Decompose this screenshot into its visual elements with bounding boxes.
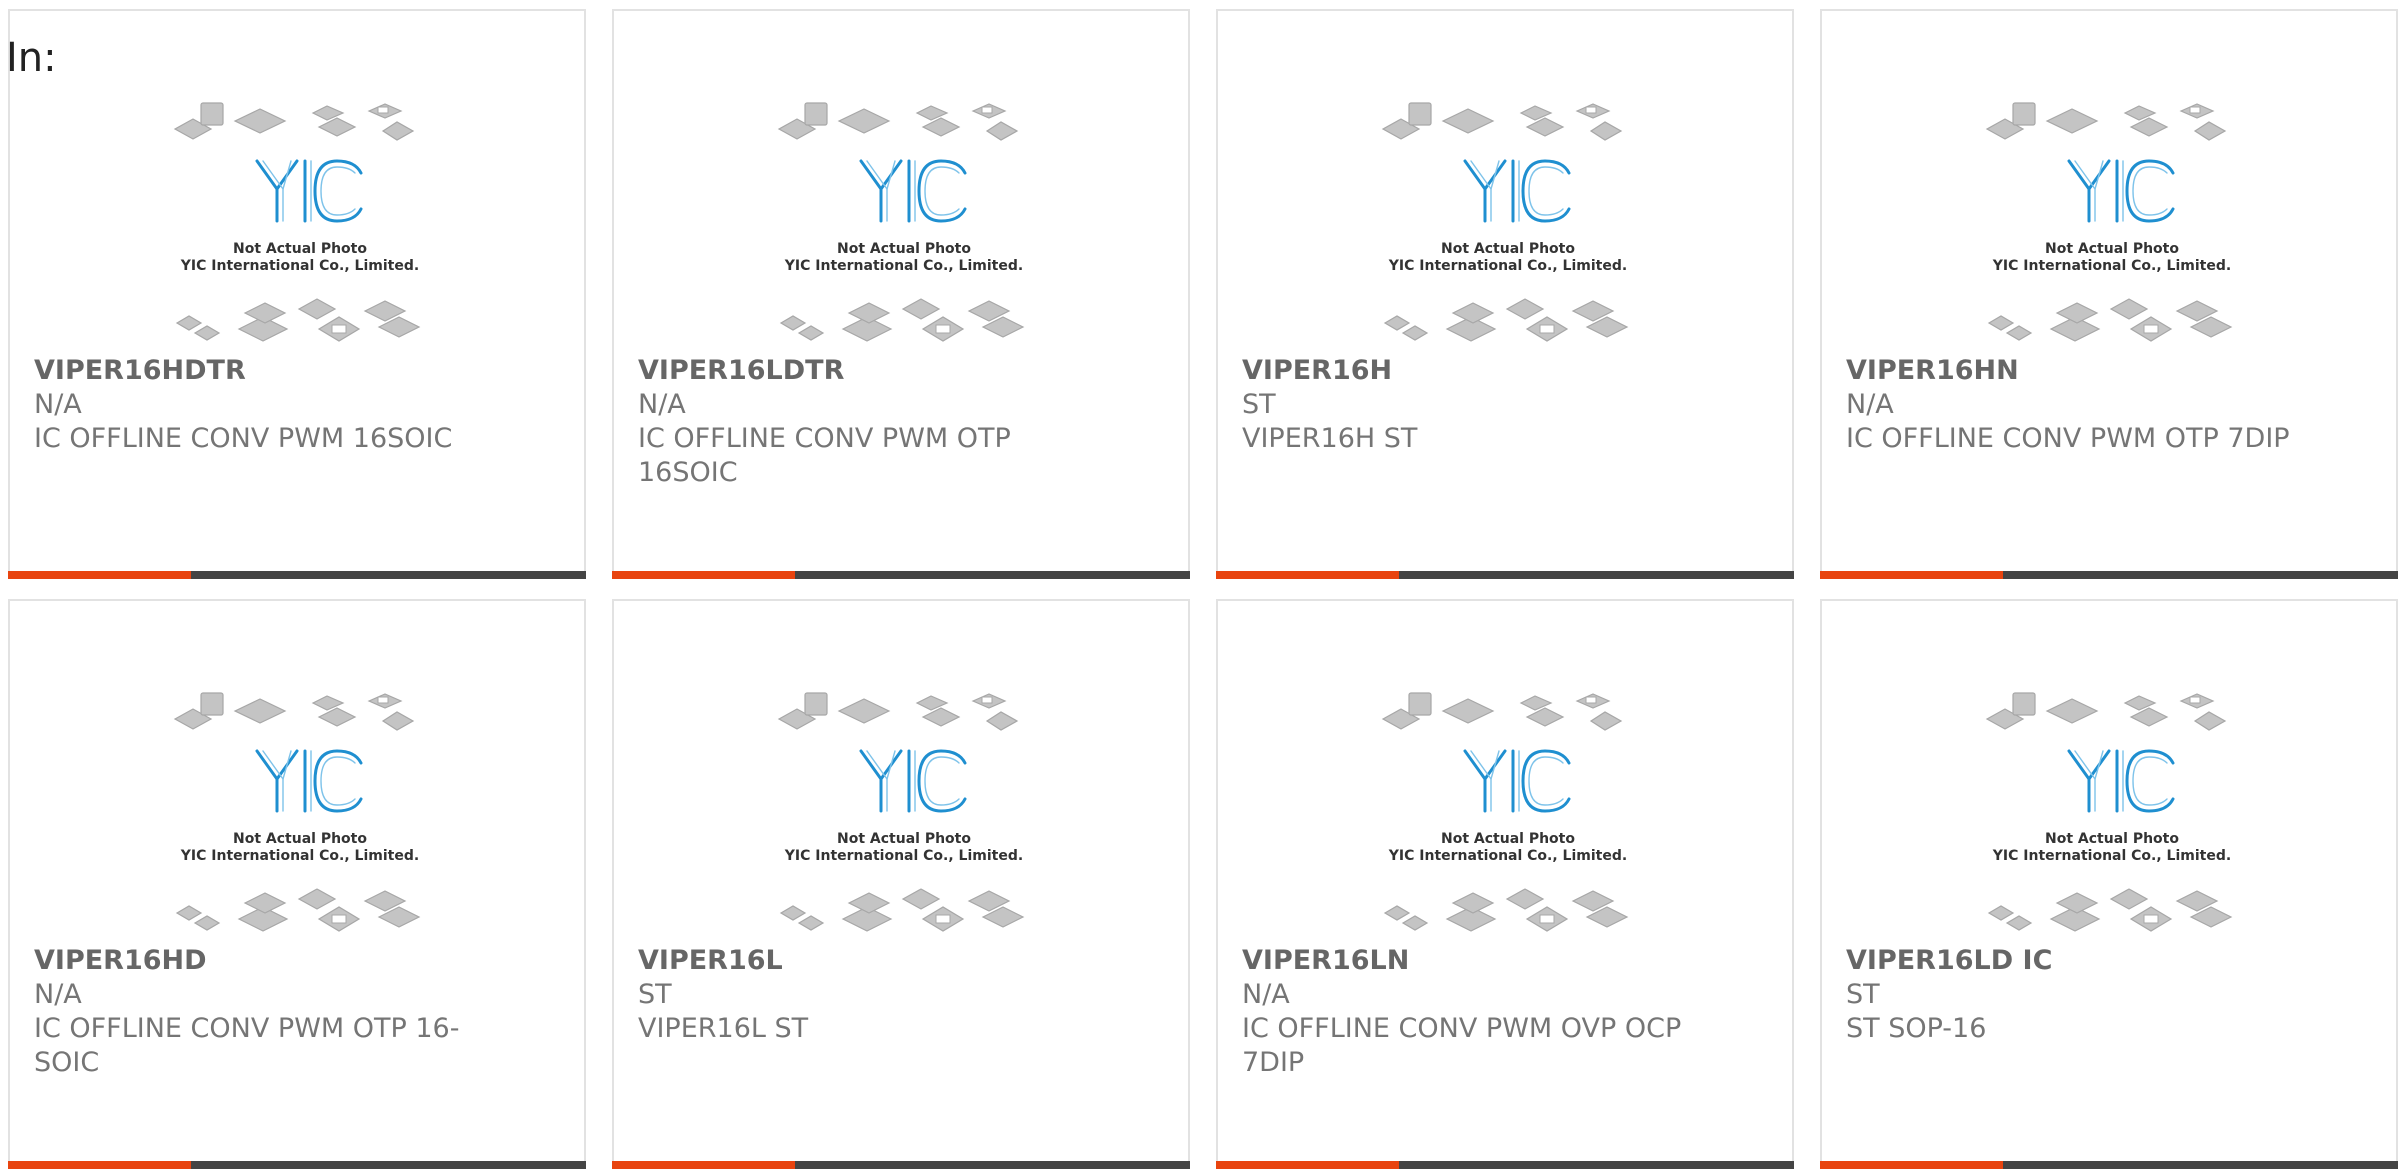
product-image: Not Actual Photo YIC International Co., …	[1373, 101, 1643, 351]
chip-placeholder-image	[1381, 102, 1629, 342]
product-image: Not Actual Photo YIC International Co., …	[1977, 691, 2247, 941]
part-number: VIPER16H	[1242, 355, 1393, 386]
not-actual-photo-text: Not Actual Photo	[837, 241, 971, 257]
description: IC OFFLINE CONV PWM OVP OCP 7DIP	[1242, 1013, 1682, 1078]
manufacturer: ST	[1242, 389, 1276, 420]
chip-placeholder-image	[1381, 692, 1629, 932]
product-card[interactable]: Not Actual Photo YIC International Co., …	[1820, 9, 2398, 579]
company-name-text: YIC International Co., Limited.	[784, 258, 1024, 274]
product-card[interactable]: Not Actual Photo YIC International Co., …	[1216, 599, 1794, 1169]
part-number: VIPER16HN	[1846, 355, 2019, 386]
not-actual-photo-text: Not Actual Photo	[1441, 241, 1575, 257]
product-info: VIPER16LD IC ST ST SOP-16	[1846, 944, 2306, 1046]
chip-placeholder-image	[1985, 102, 2233, 342]
product-image: Not Actual Photo YIC International Co., …	[165, 101, 435, 351]
chip-placeholder-image	[777, 692, 1025, 932]
manufacturer: ST	[1846, 979, 1880, 1010]
product-info: VIPER16L ST VIPER16L ST	[638, 944, 1098, 1046]
product-image: Not Actual Photo YIC International Co., …	[769, 691, 1039, 941]
card-footer-bar	[612, 571, 1190, 579]
description: IC OFFLINE CONV PWM 16SOIC	[34, 423, 453, 454]
company-name-text: YIC International Co., Limited.	[1388, 258, 1628, 274]
card-footer-bar	[1216, 1161, 1794, 1169]
description: VIPER16H ST	[1242, 423, 1418, 454]
product-info: VIPER16HD N/A IC OFFLINE CONV PWM OTP 16…	[34, 944, 494, 1080]
card-footer-accent	[8, 571, 191, 579]
company-name-text: YIC International Co., Limited.	[180, 258, 420, 274]
company-name-text: YIC International Co., Limited.	[180, 848, 420, 864]
not-actual-photo-text: Not Actual Photo	[233, 241, 367, 257]
part-number: VIPER16LN	[1242, 945, 1410, 976]
card-footer-accent	[612, 571, 795, 579]
product-card[interactable]: Not Actual Photo YIC International Co., …	[1216, 9, 1794, 579]
card-footer-accent	[1216, 571, 1399, 579]
chip-placeholder-image	[777, 102, 1025, 342]
product-card[interactable]: Not Actual Photo YIC International Co., …	[1820, 599, 2398, 1169]
manufacturer: N/A	[1242, 979, 1290, 1010]
part-number: VIPER16HDTR	[34, 355, 246, 386]
card-footer-accent	[612, 1161, 795, 1169]
product-card[interactable]: Not Actual Photo YIC International Co., …	[8, 599, 586, 1169]
product-card[interactable]: Not Actual Photo YIC International Co., …	[612, 9, 1190, 579]
chip-placeholder-image	[173, 102, 421, 342]
product-info: VIPER16HN N/A IC OFFLINE CONV PWM OTP 7D…	[1846, 354, 2306, 456]
description: IC OFFLINE CONV PWM OTP 7DIP	[1846, 423, 2290, 454]
card-footer-bar	[1820, 1161, 2398, 1169]
company-name-text: YIC International Co., Limited.	[784, 848, 1024, 864]
product-image: Not Actual Photo YIC International Co., …	[769, 101, 1039, 351]
product-info: VIPER16H ST VIPER16H ST	[1242, 354, 1702, 456]
not-actual-photo-text: Not Actual Photo	[837, 831, 971, 847]
manufacturer: N/A	[638, 389, 686, 420]
product-info: VIPER16LDTR N/A IC OFFLINE CONV PWM OTP …	[638, 354, 1098, 490]
part-number: VIPER16LDTR	[638, 355, 845, 386]
manufacturer: N/A	[34, 979, 82, 1010]
not-actual-photo-text: Not Actual Photo	[2045, 831, 2179, 847]
description: IC OFFLINE CONV PWM OTP 16SOIC	[638, 423, 1011, 488]
company-name-text: YIC International Co., Limited.	[1992, 258, 2232, 274]
card-footer-accent	[1216, 1161, 1399, 1169]
manufacturer: ST	[638, 979, 672, 1010]
card-footer-accent	[8, 1161, 191, 1169]
product-image: Not Actual Photo YIC International Co., …	[165, 691, 435, 941]
product-info: VIPER16LN N/A IC OFFLINE CONV PWM OVP OC…	[1242, 944, 1702, 1080]
card-footer-bar	[8, 571, 586, 579]
chip-placeholder-image	[1985, 692, 2233, 932]
product-info: VIPER16HDTR N/A IC OFFLINE CONV PWM 16SO…	[34, 354, 494, 456]
page-label: In:	[6, 35, 57, 81]
description: ST SOP-16	[1846, 1013, 1987, 1044]
not-actual-photo-text: Not Actual Photo	[2045, 241, 2179, 257]
not-actual-photo-text: Not Actual Photo	[1441, 831, 1575, 847]
product-image: Not Actual Photo YIC International Co., …	[1977, 101, 2247, 351]
part-number: VIPER16L	[638, 945, 783, 976]
card-footer-accent	[1820, 571, 2003, 579]
card-footer-bar	[1216, 571, 1794, 579]
manufacturer: N/A	[1846, 389, 1894, 420]
card-footer-accent	[1820, 1161, 2003, 1169]
product-image: Not Actual Photo YIC International Co., …	[1373, 691, 1643, 941]
card-footer-bar	[8, 1161, 586, 1169]
company-name-text: YIC International Co., Limited.	[1388, 848, 1628, 864]
product-grid: Not Actual Photo YIC International Co., …	[8, 9, 2400, 1169]
part-number: VIPER16LD IC	[1846, 945, 2053, 976]
product-card[interactable]: Not Actual Photo YIC International Co., …	[612, 599, 1190, 1169]
not-actual-photo-text: Not Actual Photo	[233, 831, 367, 847]
manufacturer: N/A	[34, 389, 82, 420]
product-card[interactable]: Not Actual Photo YIC International Co., …	[8, 9, 586, 579]
chip-placeholder-image	[173, 692, 421, 932]
card-footer-bar	[1820, 571, 2398, 579]
company-name-text: YIC International Co., Limited.	[1992, 848, 2232, 864]
card-footer-bar	[612, 1161, 1190, 1169]
description: VIPER16L ST	[638, 1013, 809, 1044]
description: IC OFFLINE CONV PWM OTP 16-SOIC	[34, 1013, 460, 1078]
part-number: VIPER16HD	[34, 945, 207, 976]
